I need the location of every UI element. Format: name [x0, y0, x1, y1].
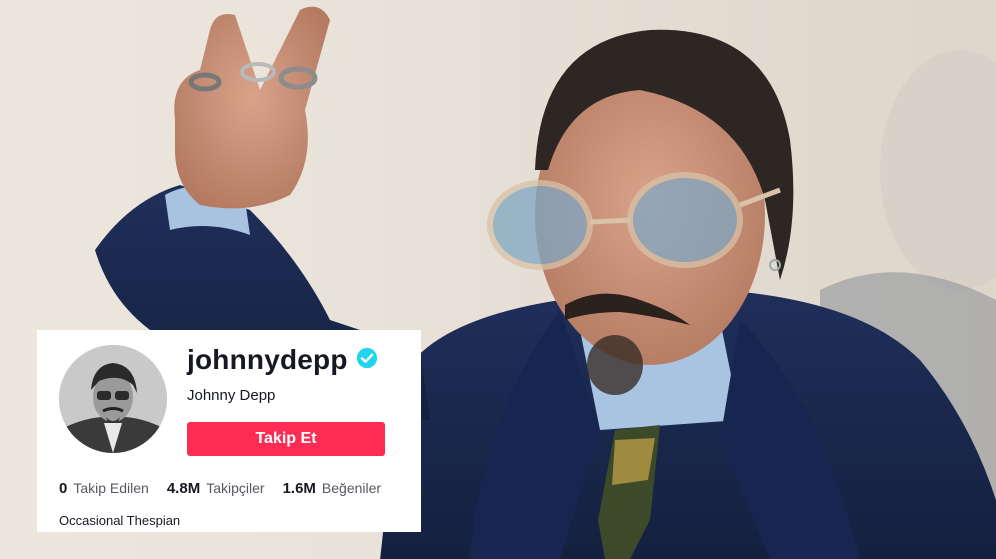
- profile-photo: [59, 345, 167, 453]
- username-row: johnnydepp: [187, 344, 378, 376]
- stat-value: 0: [59, 480, 68, 497]
- profile-stats: 0 Takip Edilen 4.8M Takipçiler 1.6M Beğe…: [59, 480, 399, 497]
- stat-label: Beğeniler: [321, 480, 382, 496]
- stat-label: Takip Edilen: [73, 480, 149, 496]
- stat-label: Takipçiler: [206, 480, 265, 496]
- display-name: Johnny Depp: [187, 387, 276, 404]
- stat-following[interactable]: 0 Takip Edilen: [59, 480, 149, 497]
- stat-value: 4.8M: [166, 480, 201, 497]
- verified-badge-icon: [356, 347, 378, 374]
- username: johnnydepp: [187, 344, 348, 375]
- follow-button[interactable]: Takip Et: [187, 422, 385, 456]
- stat-value: 1.6M: [282, 480, 316, 497]
- stat-followers[interactable]: 4.8M Takipçiler: [167, 480, 265, 497]
- avatar[interactable]: [59, 345, 167, 453]
- profile-card: johnnydepp Johnny Depp Takip Et 0 Takip …: [37, 330, 421, 532]
- stat-likes: 1.6M Beğeniler: [283, 480, 382, 497]
- profile-bio: Occasional Thespian: [59, 513, 181, 528]
